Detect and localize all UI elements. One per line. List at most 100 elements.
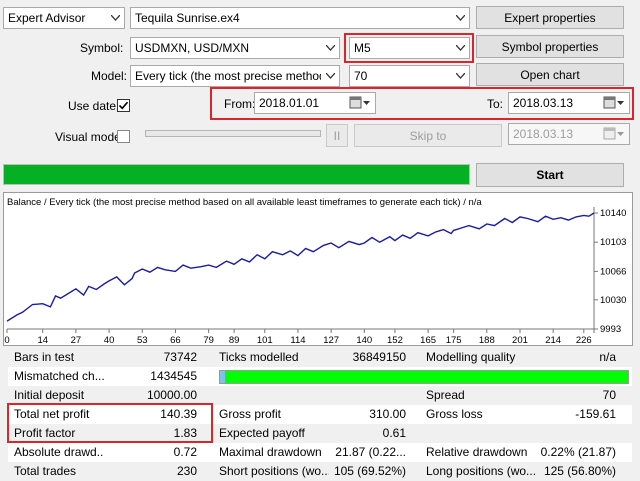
spread-select[interactable]: 70 bbox=[349, 65, 470, 87]
chevron-down-icon bbox=[452, 66, 469, 86]
x-tick-label: 214 bbox=[545, 335, 561, 345]
results-cell-v3 bbox=[534, 424, 616, 443]
mode-select[interactable]: Expert Advisor bbox=[3, 7, 125, 29]
skip-date-value: 2018.03.13 bbox=[513, 127, 574, 141]
symbol-select[interactable]: USDMXN, USD/MXN bbox=[130, 37, 340, 59]
to-date-picker[interactable]: 2018.03.13 bbox=[508, 92, 630, 114]
results-cell-v2: 21.87 (0.22... bbox=[335, 445, 406, 459]
model-label: Model: bbox=[91, 69, 128, 83]
use-date-checkbox[interactable] bbox=[117, 99, 130, 112]
x-tick-label: 188 bbox=[479, 335, 495, 345]
model-select[interactable]: Every tick (the most precise method bas bbox=[130, 65, 340, 87]
results-cell-c3: Relative drawdown bbox=[426, 445, 528, 459]
symbol-label: Symbol: bbox=[80, 41, 124, 55]
results-cell-v3: 125 (56.80%) bbox=[543, 464, 616, 478]
calendar-dropdown-icon bbox=[603, 127, 625, 141]
net-profit-highlight bbox=[7, 403, 213, 443]
results-cell-v2 bbox=[328, 386, 406, 405]
x-tick-label: 66 bbox=[170, 335, 181, 345]
results-cell-c1: Total trades bbox=[14, 464, 77, 478]
results-cell-c1: Bars in test bbox=[14, 350, 75, 364]
results-cell-v2: 0.61 bbox=[382, 426, 406, 440]
symbol-select-value: USDMXN, USD/MXN bbox=[135, 41, 250, 55]
results-cell-c1: Mismatched ch... bbox=[14, 369, 104, 383]
results-cell-v3: 70 bbox=[602, 388, 616, 402]
checkmark-icon bbox=[118, 101, 129, 110]
x-tick-label: 127 bbox=[323, 335, 339, 345]
x-tick-label: 101 bbox=[257, 335, 273, 345]
results-cell-c2: Ticks modelled bbox=[219, 350, 299, 364]
calendar-dropdown-icon bbox=[349, 96, 371, 110]
expert-select-value: Tequila Sunrise.ex4 bbox=[135, 11, 240, 25]
x-tick-label: 114 bbox=[290, 335, 305, 345]
from-date-value: 2018.01.01 bbox=[259, 96, 320, 110]
chevron-down-icon bbox=[322, 38, 339, 58]
balance-chart: Balance / Every tick (the most precise m… bbox=[3, 192, 633, 346]
speed-slider-track[interactable] bbox=[145, 130, 321, 137]
visual-mode-label: Visual mode bbox=[55, 130, 121, 144]
from-date-picker[interactable]: 2018.01.01 bbox=[254, 92, 376, 114]
x-tick-label: 140 bbox=[356, 335, 372, 345]
x-tick-label: 14 bbox=[37, 335, 48, 345]
results-cell-c3: Long positions (wo... bbox=[426, 464, 536, 478]
period-highlight bbox=[344, 33, 474, 63]
x-tick-label: 79 bbox=[203, 335, 214, 345]
x-tick-label: 152 bbox=[387, 335, 403, 345]
visual-mode-checkbox[interactable] bbox=[117, 130, 130, 143]
x-tick-label: 53 bbox=[137, 335, 148, 345]
results-cell-v1: 1434545 bbox=[150, 369, 197, 383]
results-cell-c3: Gross loss bbox=[426, 407, 483, 421]
chevron-down-icon bbox=[322, 66, 339, 86]
results-cell-c3 bbox=[426, 424, 536, 443]
results-cell-v1: 0.72 bbox=[173, 445, 197, 459]
x-tick-label: 89 bbox=[229, 335, 240, 345]
results-cell-v1: 230 bbox=[176, 464, 197, 478]
expert-select[interactable]: Tequila Sunrise.ex4 bbox=[130, 7, 470, 29]
x-tick-label: 201 bbox=[512, 335, 528, 345]
results-cell-c1: Absolute drawd... bbox=[14, 445, 104, 459]
results-cell-c3: Spread bbox=[426, 388, 465, 402]
skip-date-picker[interactable]: 2018.03.13 bbox=[508, 123, 630, 145]
results-cell-c2: Gross profit bbox=[219, 407, 282, 421]
y-tick-label: 10103 bbox=[600, 237, 626, 248]
calendar-dropdown-icon bbox=[603, 96, 625, 110]
to-label: To: bbox=[487, 97, 504, 111]
chart-title: Balance / Every tick (the most precise m… bbox=[7, 197, 482, 208]
x-tick-label: 165 bbox=[420, 335, 436, 345]
to-date-value: 2018.03.13 bbox=[513, 96, 574, 110]
chevron-down-icon bbox=[452, 8, 469, 28]
open-chart-button[interactable]: Open chart bbox=[476, 63, 624, 86]
x-tick-label: 226 bbox=[576, 335, 592, 345]
chart-axes bbox=[7, 207, 595, 333]
y-tick-label: 9993 bbox=[600, 324, 621, 335]
start-button[interactable]: Start bbox=[476, 163, 624, 187]
y-tick-label: 10140 bbox=[600, 208, 626, 219]
model-select-value: Every tick (the most precise method bas bbox=[135, 69, 321, 83]
test-progress-fill bbox=[4, 165, 469, 184]
x-tick-label: 40 bbox=[104, 335, 115, 345]
x-tick-label: 0 bbox=[4, 335, 9, 345]
modelling-quality-fill bbox=[225, 371, 628, 383]
chevron-down-icon bbox=[107, 8, 124, 28]
results-cell-c3: Modelling quality bbox=[426, 350, 516, 364]
use-date-label: Use date bbox=[68, 99, 117, 113]
from-label: From: bbox=[224, 97, 256, 111]
symbol-properties-button[interactable]: Symbol properties bbox=[476, 35, 624, 58]
results-cell-c2 bbox=[219, 386, 329, 405]
pause-button[interactable]: II bbox=[326, 124, 348, 147]
results-cell-c2: Expected payoff bbox=[219, 426, 305, 440]
expert-properties-button[interactable]: Expert properties bbox=[476, 6, 624, 29]
x-tick-label: 175 bbox=[446, 335, 462, 345]
results-cell-v2: 105 (69.52%) bbox=[333, 464, 406, 478]
results-cell-v3: -159.61 bbox=[575, 407, 616, 421]
modelling-quality-bar bbox=[219, 370, 629, 384]
skip-to-button[interactable]: Skip to bbox=[354, 124, 502, 147]
results-cell-v1: 73742 bbox=[163, 350, 197, 364]
mode-select-value: Expert Advisor bbox=[8, 11, 86, 25]
results-cell-c2: Short positions (wo... bbox=[219, 464, 329, 478]
y-tick-label: 10066 bbox=[600, 266, 626, 277]
results-cell-v3: 0.22% (21.87) bbox=[540, 445, 616, 459]
results-cell-v2: 36849150 bbox=[352, 350, 406, 364]
spread-select-value: 70 bbox=[354, 69, 368, 83]
x-tick-label: 27 bbox=[71, 335, 82, 345]
